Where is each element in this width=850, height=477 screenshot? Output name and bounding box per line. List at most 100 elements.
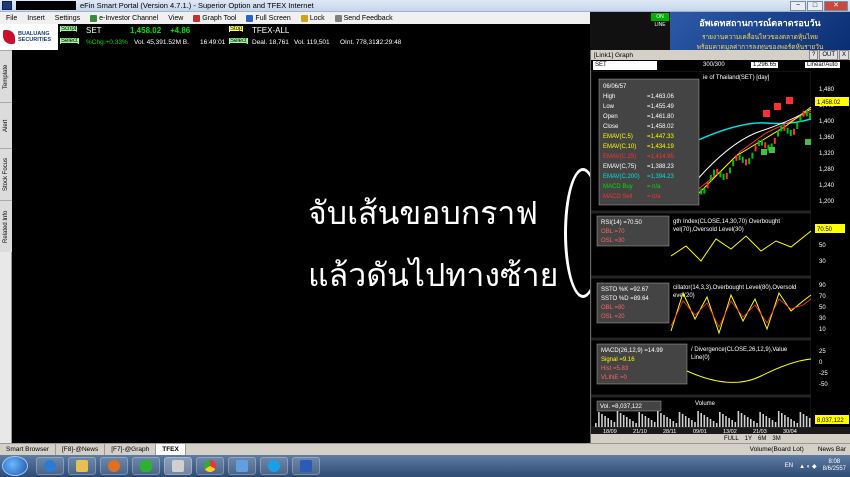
volume-bar	[728, 418, 730, 427]
taskbar-word-icon[interactable]	[292, 457, 320, 475]
period-6m[interactable]: 6M	[758, 436, 766, 442]
taskbar-paint-icon[interactable]	[228, 457, 256, 475]
rsi-box-line: OBL =70	[601, 229, 625, 235]
select-tag-2[interactable]: Select	[229, 38, 248, 44]
broker-logo: BUALUANG SECURITIES	[0, 24, 58, 50]
minimize-button[interactable]: −	[790, 1, 806, 11]
sidebar-tab-stock-focus[interactable]: Stock Focus	[0, 148, 12, 200]
taskbar-explorer-icon[interactable]	[68, 457, 96, 475]
info-box-value: =1,388.23	[647, 164, 675, 170]
candle	[789, 130, 792, 137]
volume-bar	[604, 416, 606, 427]
volume-title: Volume	[695, 401, 716, 407]
taskbar-ie-icon[interactable]	[36, 457, 64, 475]
volume-bar	[805, 416, 808, 427]
graph-help-button[interactable]: ?	[808, 50, 819, 60]
stop-tag[interactable]: Stop	[229, 26, 244, 32]
close-button[interactable]: ✕	[824, 1, 848, 11]
menu-full-screen[interactable]: Full Screen	[246, 14, 291, 22]
ad-banner[interactable]: อัพเดทสถานการณ์ตลาดรอบวัน รายงานความเคลื…	[670, 12, 850, 51]
script-tag[interactable]: Script	[60, 26, 78, 32]
graph-period-bar: FULL 1Y 6M 3M	[591, 434, 850, 443]
menu-bar: File Insert Settings e-Investor Channel …	[0, 12, 590, 24]
menu-view[interactable]: View	[168, 15, 183, 22]
candle	[786, 127, 789, 134]
tab-tfex[interactable]: TFEX	[156, 443, 186, 456]
period-3m[interactable]: 3M	[772, 436, 780, 442]
start-button[interactable]	[2, 456, 28, 476]
rsi-box-line: RSI(14) =70.50	[601, 220, 643, 226]
macd-box-line: Hist =5.83	[601, 366, 629, 372]
graph-window-header: [Link1] Graph ? OUT X	[591, 50, 850, 60]
volume-bar	[629, 419, 631, 427]
volume-bar	[675, 423, 678, 427]
menu-lock[interactable]: Lock	[300, 14, 325, 22]
sidebar-tab-template[interactable]: Template	[0, 50, 12, 102]
sto-box-line: SSTO %D =89.64	[601, 296, 649, 302]
taskbar-chrome-icon[interactable]	[196, 457, 224, 475]
sidebar-tab-alert[interactable]: Alert	[0, 102, 12, 148]
menu-file[interactable]: File	[6, 15, 17, 22]
menu-einvestor[interactable]: e-Investor Channel	[90, 14, 158, 22]
info-box-value: =1,447.33	[647, 134, 675, 140]
volume-bar	[678, 412, 681, 427]
tray-icons[interactable]: ▲ ◐ ◆	[799, 463, 817, 470]
candle	[741, 156, 744, 163]
ticker-panel: Script Select SET 1,458.02 +4.86 %Chg.+0…	[58, 24, 590, 50]
candle	[735, 154, 738, 161]
tab-news[interactable]: [F8]-@News	[56, 443, 106, 456]
info-box-label: EMAV(C,10)	[603, 144, 636, 150]
graph-chart-svg[interactable]: ie of Thailand(SET) [day]1,4801,4401,400…	[591, 71, 850, 434]
sidebar-tab-related-info[interactable]: Related Info	[0, 200, 12, 252]
menu-graph-tool-label: Graph Tool	[202, 14, 237, 22]
volume-bar	[719, 412, 721, 427]
select-tag[interactable]: Select	[60, 38, 79, 44]
ticker-time-2: 22:29:48	[376, 39, 402, 46]
tray-clock[interactable]: 8:08 8/6/2557	[823, 459, 846, 473]
graph-window-title: [Link1] Graph	[594, 51, 634, 59]
maximize-button[interactable]: □	[807, 1, 823, 11]
menu-settings[interactable]: Settings	[55, 15, 80, 22]
graph-scale-select[interactable]: Linear/Auto	[805, 62, 840, 68]
volume-bar	[632, 421, 634, 427]
candle	[703, 187, 706, 194]
macd-title-2: Line(0)	[691, 355, 710, 361]
title-bar: eFin Smart Portal (Version 4.7.1.) - Sup…	[0, 0, 850, 12]
tab-smart-browser[interactable]: Smart Browser	[0, 443, 56, 456]
menu-graph-tool[interactable]: Graph Tool	[193, 14, 237, 22]
period-1y[interactable]: 1Y	[745, 436, 752, 442]
period-full[interactable]: FULL	[724, 436, 739, 442]
info-box-value: =1,434.19	[647, 144, 675, 150]
language-indicator[interactable]: EN	[785, 463, 793, 469]
menu-insert[interactable]: Insert	[27, 15, 45, 22]
graph-close-button[interactable]: X	[838, 50, 849, 60]
sto-axis-label: 70	[819, 294, 826, 300]
volume-bar	[681, 414, 684, 427]
candle	[754, 145, 757, 152]
taskbar-efin-icon[interactable]	[164, 457, 192, 475]
system-tray: EN ▲ ◐ ◆ 8:08 8/6/2557	[785, 457, 846, 475]
candle	[757, 140, 760, 147]
taskbar-skype-icon[interactable]	[260, 457, 288, 475]
volume-bar	[626, 417, 628, 427]
feedback-icon	[334, 14, 342, 22]
volume-bar	[700, 413, 702, 427]
taskbar-line-icon[interactable]	[132, 457, 160, 475]
info-box-value: =1,458.02	[647, 124, 675, 130]
graph-window: [Link1] Graph ? OUT X SET 300/300 1,296.…	[590, 50, 850, 443]
candle	[799, 115, 802, 122]
menu-send-feedback[interactable]: Send Feedback	[334, 14, 393, 22]
ticker-volume: Vol. 45,391.52M B.	[134, 39, 189, 46]
candle	[751, 152, 754, 159]
volume-bar	[706, 417, 709, 427]
volume-bar	[793, 421, 795, 427]
taskbar-media-icon[interactable]	[100, 457, 128, 475]
lock-icon	[300, 14, 308, 22]
tab-graph[interactable]: [F7]-@Graph	[105, 443, 157, 456]
candle	[709, 174, 712, 181]
candle	[716, 168, 719, 175]
rsi-tag: 70.50	[817, 227, 833, 233]
graph-out-button[interactable]: OUT	[819, 50, 838, 60]
graph-symbol-input[interactable]: SET	[593, 61, 657, 70]
volume-bar	[750, 419, 752, 427]
